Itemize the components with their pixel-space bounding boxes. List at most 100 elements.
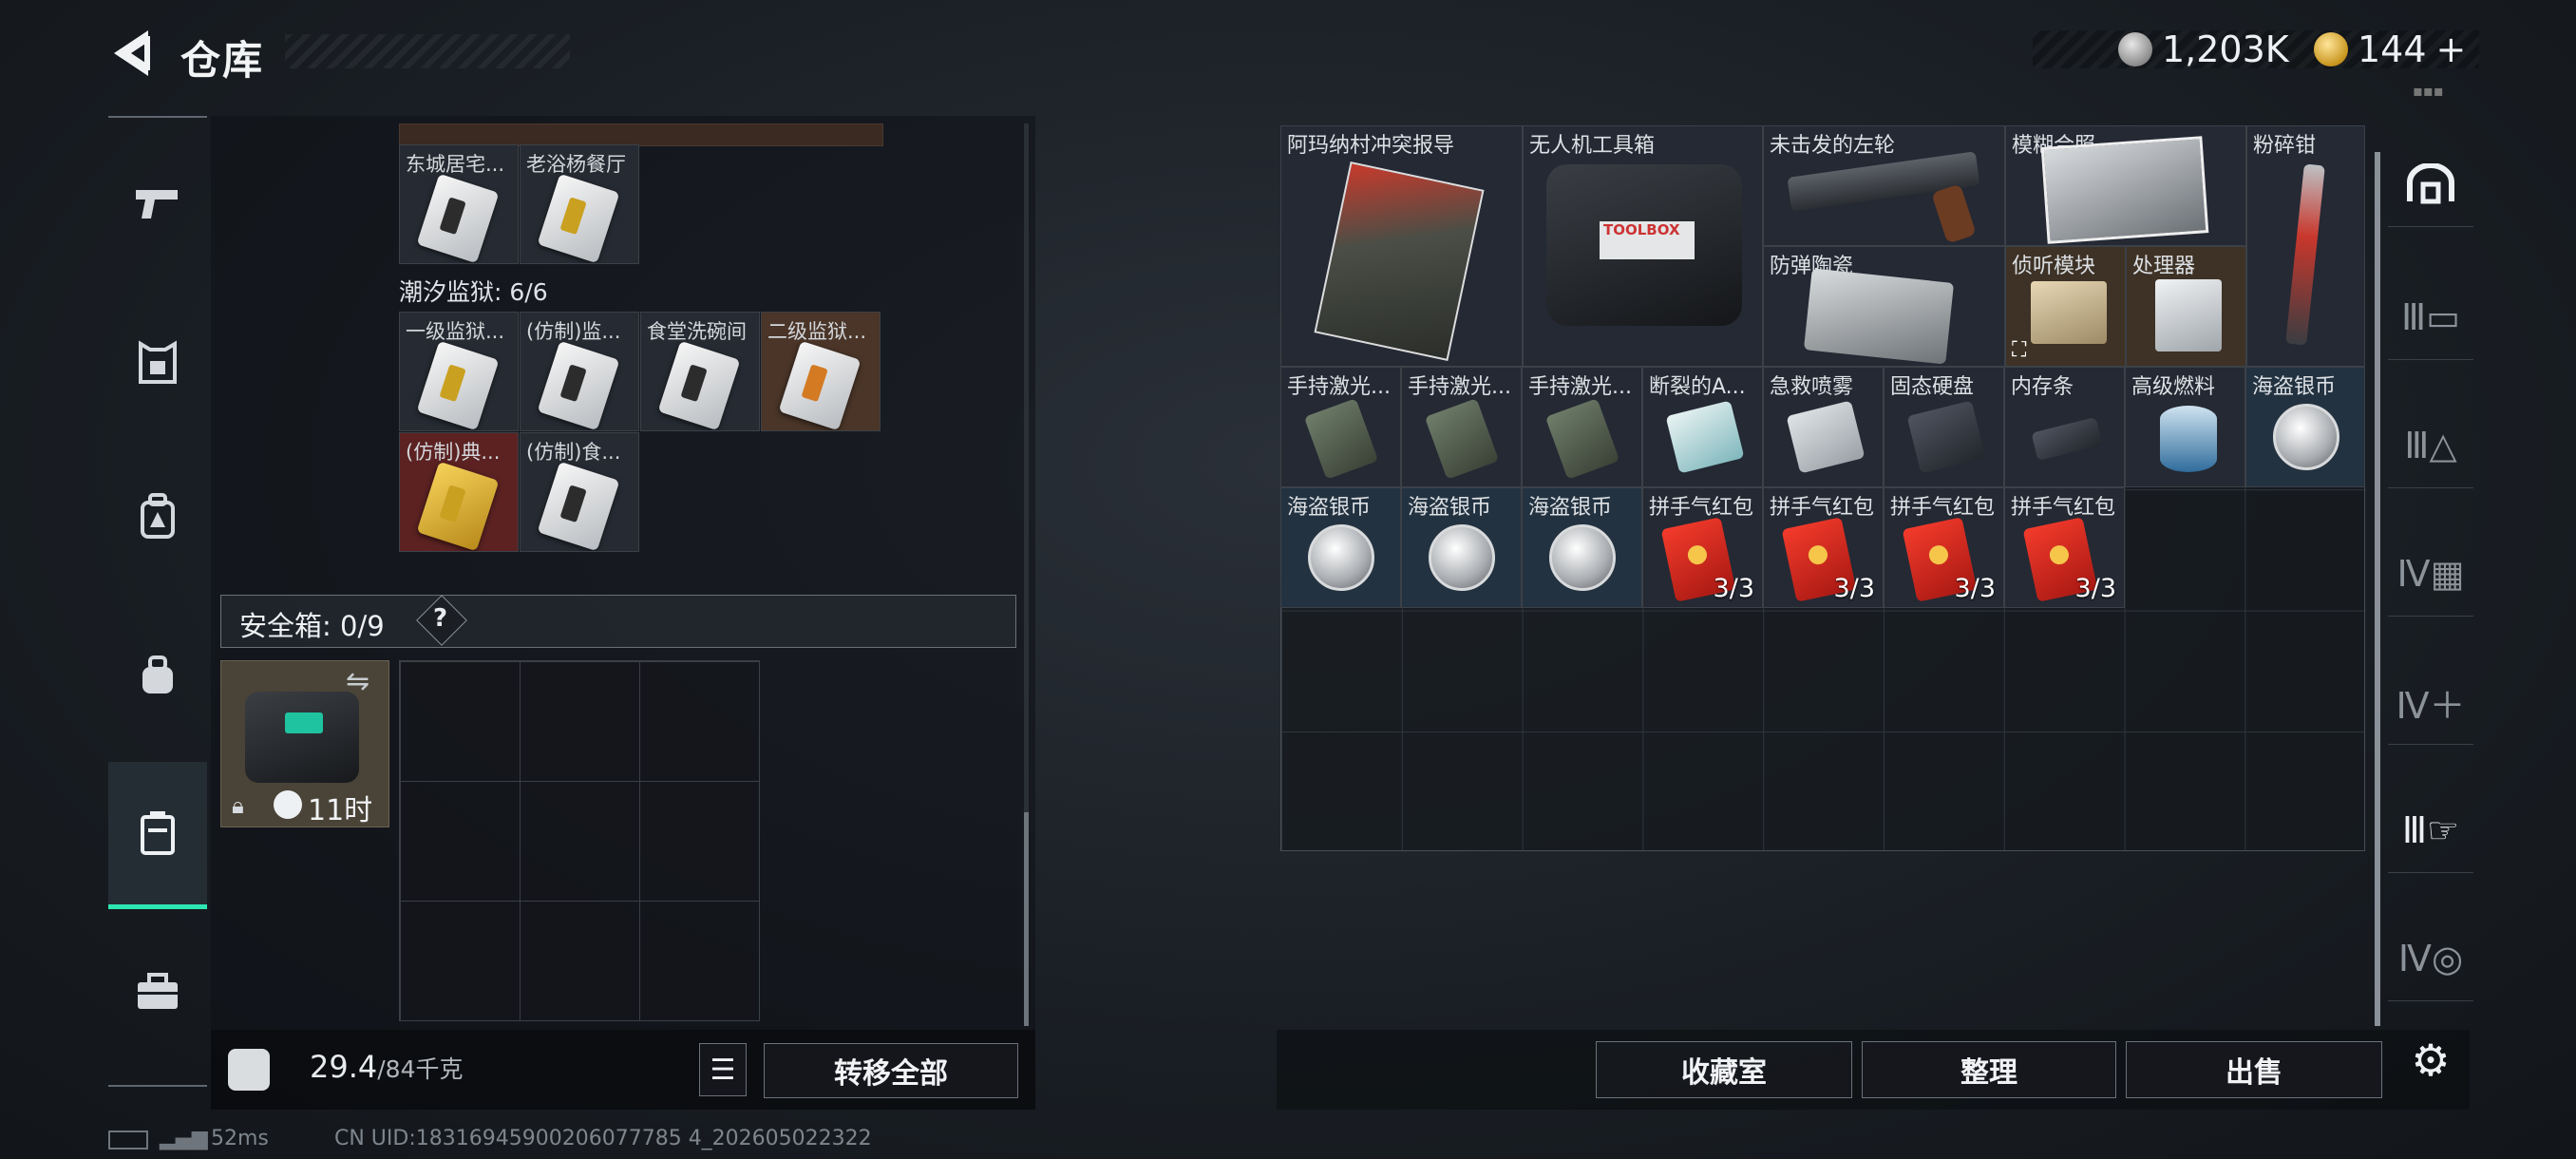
ram-stick-icon [2031, 416, 2103, 462]
sell-button[interactable]: 出售 [2126, 1041, 2382, 1098]
warehouse-item[interactable]: 粉碎钳 [2246, 125, 2365, 367]
list-view-button[interactable]: ☰ [699, 1043, 747, 1096]
case-icon[interactable] [108, 762, 207, 909]
key-card-item[interactable]: (仿制)监... [520, 312, 639, 431]
weight-readout: 29.4/84千克 [310, 1049, 464, 1085]
key-card-item[interactable]: 食堂洗碗间 [640, 312, 760, 431]
crusher-pliers-icon [2285, 163, 2325, 346]
organize-button[interactable]: 整理 [1862, 1041, 2116, 1098]
key-card-icon [416, 461, 500, 551]
warehouse-item[interactable]: 海盗银币 [1522, 487, 1642, 608]
safebox-label: 安全箱: 0/9 [239, 610, 385, 642]
warehouse-item[interactable]: 模糊合照 [2005, 125, 2246, 246]
laser-pointer-icon [1303, 398, 1379, 480]
collection-room-button[interactable]: 收藏室 [1596, 1041, 1852, 1098]
key-card-item[interactable]: 一级监狱... [399, 312, 519, 431]
warehouse-item[interactable]: 手持激光... [1280, 367, 1401, 487]
no-signal-icon: ⛶ [2012, 338, 2027, 362]
pirate-coin-icon [1549, 524, 1616, 591]
first-aid-spray-icon [1786, 400, 1866, 474]
warehouse-item[interactable]: 海盗银币 [2245, 367, 2365, 487]
armor-icon[interactable] [108, 315, 207, 410]
safe-case-icon [245, 692, 359, 783]
broken-item-icon [1665, 400, 1745, 474]
case-timer: 11时 [308, 794, 373, 827]
gun-icon[interactable] [108, 156, 207, 251]
key-card-icon [778, 340, 862, 430]
warehouse-item[interactable]: 手持激光... [1522, 367, 1642, 487]
warehouse-item[interactable]: 急救喷雾 [1763, 367, 1884, 487]
storage-III-warn-icon[interactable]: Ⅲ△ [2388, 404, 2473, 488]
storage-III-icon[interactable]: Ⅲ▭ [2388, 276, 2473, 360]
warehouse-item[interactable]: 固态硬盘 [1884, 367, 2004, 487]
silver-amount: 1,203K [2162, 28, 2289, 70]
corner-mark: ▪▪▪ [2413, 82, 2444, 100]
clock-icon [274, 790, 302, 819]
lock-icon: 🔒︎ [232, 792, 244, 819]
partial-row [399, 124, 883, 146]
gold-currency[interactable]: 144 + [2314, 28, 2466, 70]
key-card-item[interactable]: (仿制)典... [399, 432, 519, 552]
key-card-icon [416, 340, 500, 430]
warehouse-item[interactable]: 处理器 [2126, 246, 2246, 367]
warehouse-item[interactable]: 阿玛纳村冲突报导 [1280, 125, 1523, 367]
warehouse-item[interactable]: 拼手气红包 3/3 [2004, 487, 2125, 608]
warehouse-item[interactable]: 拼手气红包 3/3 [1763, 487, 1884, 608]
bag-icon[interactable] [108, 629, 207, 724]
transfer-all-button[interactable]: 转移全部 [764, 1043, 1018, 1098]
drone-toolbox-icon: TOOLBOX [1546, 164, 1742, 326]
storage-IV-add-icon[interactable]: Ⅳ＋ [2388, 660, 2473, 745]
warehouse-item[interactable]: 侦听模块 ⛶ [2005, 246, 2126, 367]
key-card-item[interactable]: 东城居宅... [399, 144, 519, 264]
safebox-grid[interactable] [399, 660, 760, 1021]
toolbox-icon[interactable] [108, 944, 207, 1039]
uid-readout: CN UID:18316945900206077785 4_2026050223… [334, 1127, 872, 1150]
key-card-item[interactable]: (仿制)食... [520, 432, 639, 552]
warehouse-item[interactable]: 内存条 [2004, 367, 2125, 487]
ssd-icon [1906, 400, 1986, 474]
weight-icon [228, 1049, 270, 1091]
key-card-icon [537, 173, 620, 263]
warehouse-item[interactable]: 海盗银币 [1401, 487, 1522, 608]
laser-pointer-icon [1424, 398, 1500, 480]
key-card-icon [537, 461, 620, 551]
storage-III-select-icon[interactable]: Ⅲ☞ [2388, 788, 2473, 873]
settings-gear-icon[interactable]: ⚙ [2388, 1018, 2473, 1102]
swap-icon[interactable]: ⇋ [346, 665, 369, 698]
title-stripe [285, 34, 570, 68]
warehouse-item[interactable]: 断裂的A... [1642, 367, 1763, 487]
warehouse-item[interactable]: 拼手气红包 3/3 [1884, 487, 2004, 608]
page-title: 仓库 [180, 37, 265, 84]
right-scrollbar-thumb[interactable] [2375, 152, 2380, 1026]
warehouse-item[interactable]: 高级燃料 [2125, 367, 2245, 487]
processor-icon [2155, 279, 2222, 352]
pirate-coin-icon [1429, 524, 1495, 591]
storage-tabs-sidebar: Ⅲ▭ Ⅲ△ Ⅳ▦ Ⅳ＋ Ⅲ☞ Ⅳ◎ ⚙ [2388, 142, 2473, 1092]
backpack-icon[interactable] [108, 469, 207, 564]
back-arrow-icon[interactable] [106, 27, 154, 80]
laser-pointer-icon [1544, 398, 1620, 480]
warehouse-item[interactable]: 未击发的左轮 [1763, 125, 2005, 246]
left-category-sidebar [108, 116, 207, 1087]
key-card-item[interactable]: 二级监狱... [761, 312, 881, 431]
signal-icon: ▂▄▆ [160, 1127, 208, 1150]
key-card-item[interactable]: 老浴杨餐厅 [520, 144, 639, 264]
battery-icon [108, 1130, 148, 1150]
warehouse-item[interactable]: 手持激光... [1401, 367, 1522, 487]
left-scrollbar-thumb[interactable] [1024, 812, 1029, 1026]
key-card-icon [537, 340, 620, 430]
warehouse-item[interactable]: 无人机工具箱 TOOLBOX [1523, 125, 1763, 367]
warehouse-item[interactable]: 海盗银币 [1280, 487, 1401, 608]
storage-IV-alt-icon[interactable]: Ⅳ◎ [2388, 917, 2473, 1001]
fuel-can-icon [2160, 406, 2217, 472]
ping-readout: 52ms [211, 1127, 269, 1150]
pirate-coin-icon [2273, 404, 2339, 470]
warehouse-item[interactable]: 防弹陶瓷 [1763, 246, 2005, 367]
storage-IV-icon[interactable]: Ⅳ▦ [2388, 532, 2473, 617]
gold-plus-button[interactable]: + [2436, 28, 2467, 70]
warehouse-item[interactable]: 拼手气红包 3/3 [1642, 487, 1763, 608]
shelter-icon[interactable] [2388, 142, 2473, 227]
gold-amount: 144 [2358, 28, 2427, 70]
revolver-grip [1931, 183, 1977, 244]
magazine-icon [1314, 162, 1485, 361]
